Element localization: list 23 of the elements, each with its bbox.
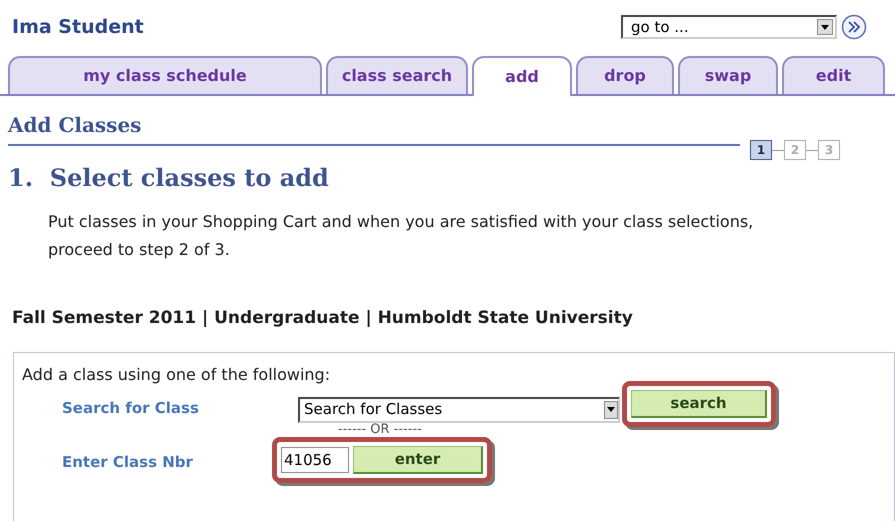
search-select[interactable]: Search for Classes	[298, 396, 620, 422]
tab[interactable]: my class schedule	[8, 56, 322, 94]
tab[interactable]: add	[472, 56, 572, 96]
step-indicator: 3	[818, 140, 840, 160]
search-button[interactable]: search	[631, 390, 767, 418]
step-indicator: 1	[750, 140, 772, 160]
page-title: Add Classes	[8, 113, 142, 137]
term-info: Fall Semester 2011 | Undergraduate | Humboldt State University	[11, 307, 634, 330]
or-separator: ------ OR ------	[338, 422, 422, 436]
instructions: Put classes in your Shopping Cart and when you are satisfied with your class selections, proceed to step 2 of 3.	[47, 211, 754, 261]
student-name: Ima Student	[12, 14, 144, 40]
panel-intro: Add a class using one of the following:	[22, 364, 332, 386]
enter-button[interactable]: enter	[353, 446, 483, 474]
tab[interactable]: drop	[576, 56, 674, 94]
step-heading: 1. Select classes to add	[7, 162, 330, 194]
tab[interactable]: edit	[782, 56, 885, 94]
go-icon[interactable]	[841, 14, 867, 40]
tab[interactable]: class search	[326, 56, 468, 94]
tab[interactable]: swap	[678, 56, 778, 94]
step-indicator: 2	[784, 140, 806, 160]
goto-dropdown[interactable]: go to ...	[621, 15, 837, 39]
search-label: Search for Class	[61, 398, 200, 418]
class-number-field[interactable]: 41056	[281, 446, 349, 472]
